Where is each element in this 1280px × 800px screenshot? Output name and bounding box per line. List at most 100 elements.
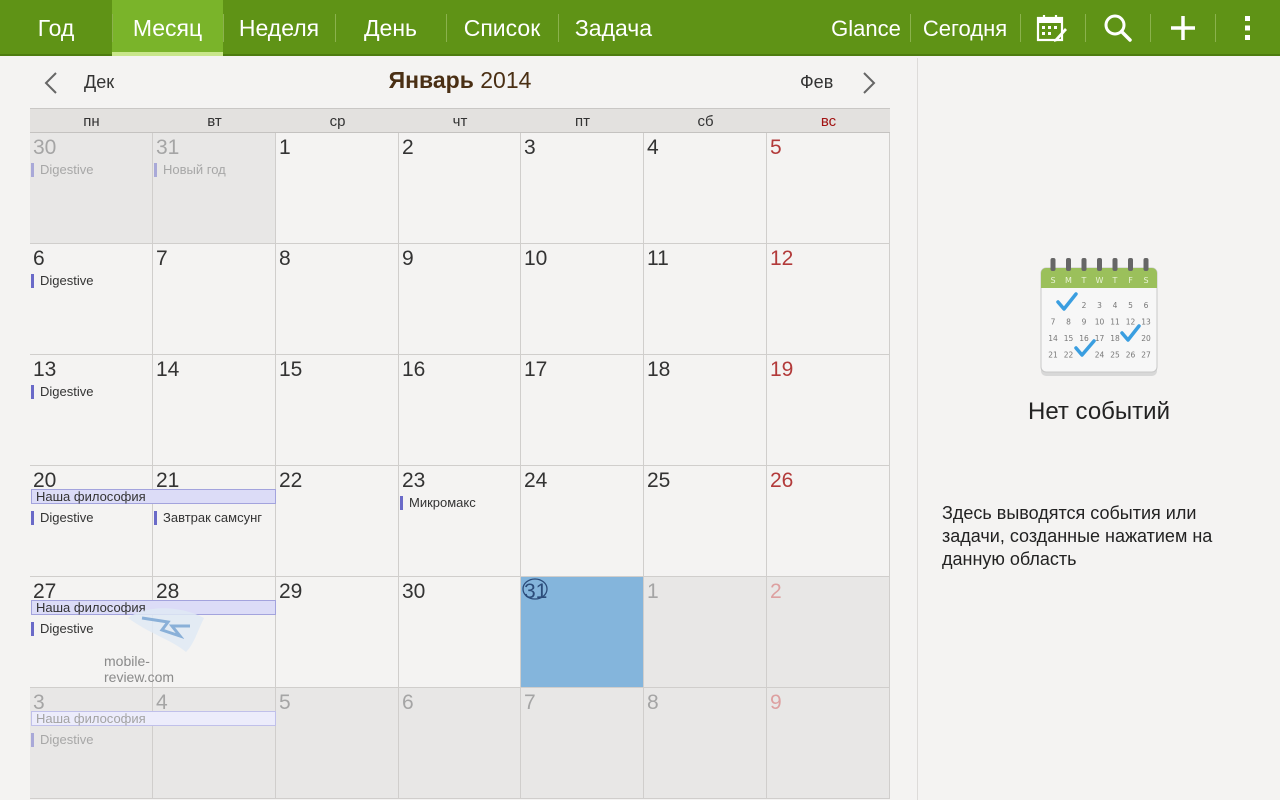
illustration-day: 10: [1095, 318, 1105, 327]
glance-button[interactable]: Glance: [826, 0, 906, 56]
tab-1[interactable]: Месяц: [112, 0, 223, 56]
illustration-day: 15: [1064, 334, 1074, 343]
day-cell[interactable]: 6 Digestive: [30, 244, 153, 355]
day-cell[interactable]: 26: [767, 466, 890, 577]
day-cell[interactable]: 17: [521, 355, 644, 466]
action-bar: Год Месяц Неделя День Список Задача Glance Се…: [0, 0, 1280, 56]
search-icon[interactable]: [1090, 0, 1146, 56]
day-cell[interactable]: 3 Digestive: [30, 688, 153, 799]
overflow-menu-icon[interactable]: [1220, 0, 1276, 56]
day-cell[interactable]: 14: [153, 355, 276, 466]
create-event-hint[interactable]: Здесь выводятся события или задачи, созд…: [942, 502, 1262, 571]
day-cell[interactable]: 13 Digestive: [30, 355, 153, 466]
illustration-day: 4: [1113, 301, 1118, 310]
event-item[interactable]: Digestive: [31, 622, 93, 636]
day-cell[interactable]: 29: [276, 577, 399, 688]
day-number: 19: [770, 358, 794, 381]
day-cell[interactable]: 1: [276, 133, 399, 244]
today-button[interactable]: Сегодня: [918, 0, 1012, 56]
day-number: 8: [647, 691, 659, 714]
event-item[interactable]: Digestive: [31, 733, 93, 747]
day-cell[interactable]: 28: [153, 577, 276, 688]
day-cell[interactable]: 5: [767, 133, 890, 244]
illustration-day: 14: [1048, 334, 1058, 343]
calendar-settings-icon[interactable]: [1024, 0, 1080, 56]
illustration-day: 27: [1141, 351, 1151, 360]
event-item[interactable]: Завтрак самсунг: [154, 511, 262, 525]
day-cell[interactable]: 5: [276, 688, 399, 799]
day-cell[interactable]: 2: [767, 577, 890, 688]
illustration-day: 22: [1064, 351, 1074, 360]
day-cell[interactable]: 23 Микромакс: [399, 466, 521, 577]
tab-5[interactable]: Задача: [558, 0, 669, 56]
tab-4[interactable]: Список: [446, 0, 558, 56]
binder-ring: [1050, 258, 1056, 271]
day-number: 31: [156, 136, 180, 159]
day-cell-today[interactable]: 31: [521, 577, 644, 688]
day-cell[interactable]: 15: [276, 355, 399, 466]
day-cell[interactable]: 30: [399, 577, 521, 688]
next-month-link[interactable]: Фев: [800, 72, 833, 93]
day-cell[interactable]: 10: [521, 244, 644, 355]
day-cell[interactable]: 4: [644, 133, 767, 244]
day-cell[interactable]: 18: [644, 355, 767, 466]
illustration-weekday: S: [1050, 276, 1055, 285]
day-cell[interactable]: 22: [276, 466, 399, 577]
tab-2[interactable]: Неделя: [223, 0, 335, 56]
tab-divider: [558, 14, 559, 42]
day-cell[interactable]: 31 Новый год: [153, 133, 276, 244]
event-item[interactable]: Digestive: [31, 274, 93, 288]
day-cell[interactable]: 16: [399, 355, 521, 466]
multi-day-event[interactable]: Наша философия: [31, 600, 276, 615]
day-cell[interactable]: 8: [276, 244, 399, 355]
illustration-day: 3: [1097, 301, 1102, 310]
day-cell[interactable]: 2: [399, 133, 521, 244]
event-item[interactable]: Digestive: [31, 163, 93, 177]
illustration-day: 6: [1144, 301, 1149, 310]
multi-day-event[interactable]: Наша философия: [31, 489, 276, 504]
day-cell[interactable]: 21 Завтрак самсунг: [153, 466, 276, 577]
event-item[interactable]: Digestive: [31, 385, 93, 399]
illustration-day: 8: [1066, 318, 1071, 327]
day-cell[interactable]: 27 Digestive: [30, 577, 153, 688]
event-item[interactable]: Digestive: [31, 511, 93, 525]
day-cell[interactable]: 9: [767, 688, 890, 799]
day-cell[interactable]: 7: [153, 244, 276, 355]
day-number: 17: [524, 358, 548, 381]
day-cell[interactable]: 25: [644, 466, 767, 577]
divider: [1085, 14, 1086, 42]
event-detail-panel[interactable]: SMTWTFS 2 3 4 5 6 7 8 9 10 11 12 13 14 15 16 17 18 20 21 22…: [918, 58, 1280, 800]
event-item[interactable]: Новый год: [154, 163, 226, 177]
tab-0[interactable]: Год: [0, 0, 112, 56]
event-item[interactable]: Микромакс: [400, 496, 476, 510]
illustration-weekday: T: [1112, 276, 1118, 285]
day-cell[interactable]: 1: [644, 577, 767, 688]
illustration-day: 25: [1110, 351, 1120, 360]
day-cell[interactable]: 30 Digestive: [30, 133, 153, 244]
weekday-label: пт: [575, 113, 590, 130]
day-number: 6: [33, 247, 45, 270]
day-number: 6: [402, 691, 414, 714]
multi-day-event[interactable]: Наша философия: [31, 711, 276, 726]
divider: [1020, 14, 1021, 42]
day-cell[interactable]: 8: [644, 688, 767, 799]
day-cell[interactable]: 12: [767, 244, 890, 355]
day-cell[interactable]: 3: [521, 133, 644, 244]
tab-3[interactable]: День: [335, 0, 446, 56]
illustration-day: 26: [1126, 351, 1136, 360]
day-cell[interactable]: 7: [521, 688, 644, 799]
day-number: 13: [33, 358, 57, 381]
day-cell[interactable]: 24: [521, 466, 644, 577]
day-cell[interactable]: 11: [644, 244, 767, 355]
next-month-arrow-icon[interactable]: [854, 66, 884, 100]
day-cell[interactable]: 19: [767, 355, 890, 466]
day-number: 8: [279, 247, 291, 270]
add-event-icon[interactable]: [1155, 0, 1211, 56]
day-cell[interactable]: 9: [399, 244, 521, 355]
day-cell[interactable]: 6: [399, 688, 521, 799]
illustration-day: 17: [1095, 334, 1105, 343]
day-cell[interactable]: 20 Digestive: [30, 466, 153, 577]
illustration-day: 2: [1082, 301, 1087, 310]
day-number: 24: [524, 469, 548, 492]
day-cell[interactable]: 4: [153, 688, 276, 799]
